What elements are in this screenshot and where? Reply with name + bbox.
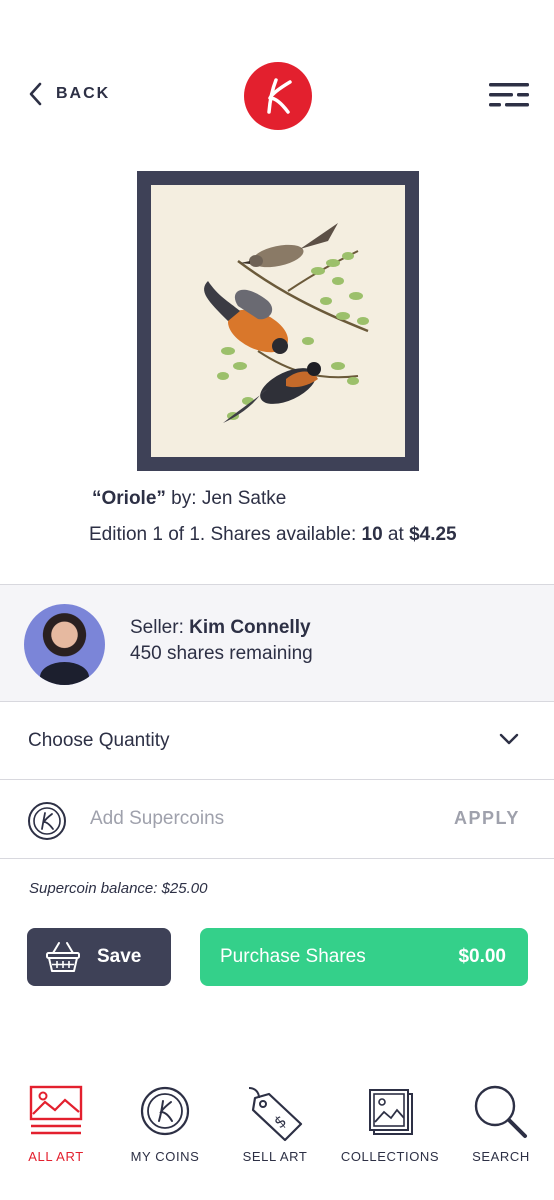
apply-button[interactable]: APPLY	[454, 808, 520, 829]
tab-sell-art[interactable]: $ SELL ART	[220, 1080, 330, 1170]
edition-text: Edition 1 of 1. Shares available:	[89, 524, 362, 545]
header: BACK	[0, 60, 554, 130]
tab-label: ALL ART	[28, 1149, 84, 1164]
brand-logo[interactable]	[244, 62, 312, 130]
back-button[interactable]: BACK	[28, 82, 110, 106]
artwork-title-line: “Oriole” by: Jen Satke	[92, 488, 286, 510]
coin-icon	[140, 1086, 190, 1136]
logo-k-icon	[267, 78, 292, 114]
supercoins-row: APPLY	[0, 780, 554, 859]
tab-label: MY COINS	[130, 1149, 200, 1164]
artwork-image	[151, 185, 405, 457]
menu-button[interactable]	[489, 82, 529, 108]
hamburger-icon	[489, 83, 529, 107]
edition-info: Edition 1 of 1. Shares available: 10 at …	[89, 524, 457, 546]
bird-painting-icon	[204, 223, 369, 423]
by-label: by:	[165, 488, 202, 509]
supercoins-input[interactable]	[90, 804, 410, 834]
supercoin-balance: Supercoin balance: $25.00	[29, 880, 208, 897]
purchase-total: $0.00	[458, 946, 506, 967]
purchase-shares-button[interactable]: Purchase Shares $0.00	[200, 928, 528, 986]
chevron-left-icon	[29, 82, 42, 106]
avatar[interactable]	[24, 604, 105, 685]
search-icon	[474, 1085, 527, 1138]
chevron-down-icon	[499, 733, 519, 745]
artist-name: Jen Satke	[201, 488, 287, 509]
save-button[interactable]: Save	[27, 928, 171, 986]
quantity-dropdown[interactable]: Choose Quantity	[0, 702, 554, 780]
seller-panel: Seller: Kim Connelly 450 shares remainin…	[0, 584, 554, 702]
image-icon	[29, 1085, 83, 1135]
seller-line: Seller: Kim Connelly	[130, 617, 311, 639]
shares-remaining: 450 shares remaining	[130, 643, 313, 664]
collections-icon	[369, 1089, 413, 1135]
save-label: Save	[97, 946, 142, 967]
purchase-label: Purchase Shares	[220, 946, 366, 967]
tab-label: COLLECTIONS	[340, 1149, 440, 1164]
seller-label: Seller:	[130, 617, 190, 638]
at-text: at	[382, 524, 410, 545]
quantity-label: Choose Quantity	[28, 730, 170, 751]
tab-my-coins[interactable]: MY COINS	[110, 1080, 220, 1170]
back-label: BACK	[56, 85, 111, 102]
bottom-tab-bar: ALL ART MY COINS $ SELL ART COLLECTIONS	[0, 1080, 554, 1170]
basket-icon	[46, 942, 80, 972]
price-tag-icon: $	[248, 1087, 303, 1142]
seller-name: Kim Connelly	[189, 617, 311, 638]
artwork-title: “Oriole”	[92, 488, 166, 509]
tab-label: SELL ART	[242, 1149, 308, 1164]
artwork-frame[interactable]	[137, 171, 419, 471]
share-price: $4.25	[409, 524, 457, 545]
shares-available: 10	[361, 524, 383, 545]
tab-all-art[interactable]: ALL ART	[1, 1080, 111, 1170]
tab-label: SEARCH	[472, 1149, 530, 1164]
tab-search[interactable]: SEARCH	[446, 1080, 554, 1170]
tab-collections[interactable]: COLLECTIONS	[335, 1080, 445, 1170]
coin-icon	[28, 802, 66, 840]
